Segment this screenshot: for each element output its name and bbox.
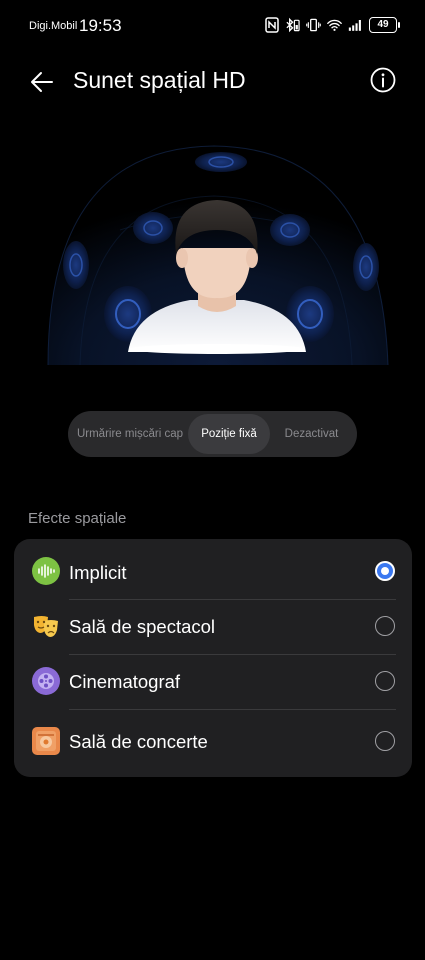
radio-unselected[interactable] [375,731,395,751]
status-icons: 49 [264,17,400,33]
effect-item-concert-hall[interactable]: Sală de concerte [14,714,412,769]
effect-item-implicit[interactable]: Implicit [14,544,412,599]
spatial-audio-illustration [0,130,425,370]
effect-label: Implicit [69,562,127,583]
bluetooth-battery-icon [285,17,300,33]
effect-item-cinema[interactable]: Cinematograf [14,654,412,709]
spatial-mode-selector: Urmărire mișcări cap Poziție fixă Dezact… [68,411,357,457]
radio-unselected[interactable] [375,616,395,636]
spatial-effects-list: Implicit Sală de spectacol Cinematograf … [14,539,412,777]
theater-masks-icon [32,612,60,640]
soundwave-icon [32,557,60,585]
radio-selected[interactable] [375,561,395,581]
carrier-label: Digi.Mobil [29,20,78,32]
mode-fixed-position[interactable]: Poziție fixă [188,414,270,454]
effect-label: Sală de concerte [69,731,208,752]
signal-icon [348,17,363,33]
nfc-icon [264,17,279,33]
status-bar: Digi.Mobil 19:53 49 [0,0,425,54]
section-title: Efecte spațiale [28,510,127,527]
info-icon [370,67,396,93]
effect-label: Cinematograf [69,671,181,692]
mode-off[interactable]: Dezactivat [270,414,353,454]
battery-indicator: 49 [369,17,400,33]
mode-head-tracking[interactable]: Urmărire mișcări cap [72,414,188,454]
info-button[interactable] [369,66,397,94]
back-button[interactable] [26,66,58,98]
app-bar: Sunet spațial HD [0,54,425,110]
film-reel-icon [32,667,60,695]
status-time: 19:53 [79,16,122,35]
effect-label: Sală de spectacol [69,616,216,637]
vibrate-icon [306,17,321,33]
wifi-icon [327,17,342,33]
back-arrow-icon [31,72,53,92]
radio-unselected[interactable] [375,671,395,691]
page-title: Sunet spațial HD [73,67,246,93]
concert-hall-icon [32,727,60,755]
divider [69,709,396,710]
effect-item-theater[interactable]: Sală de spectacol [14,599,412,654]
